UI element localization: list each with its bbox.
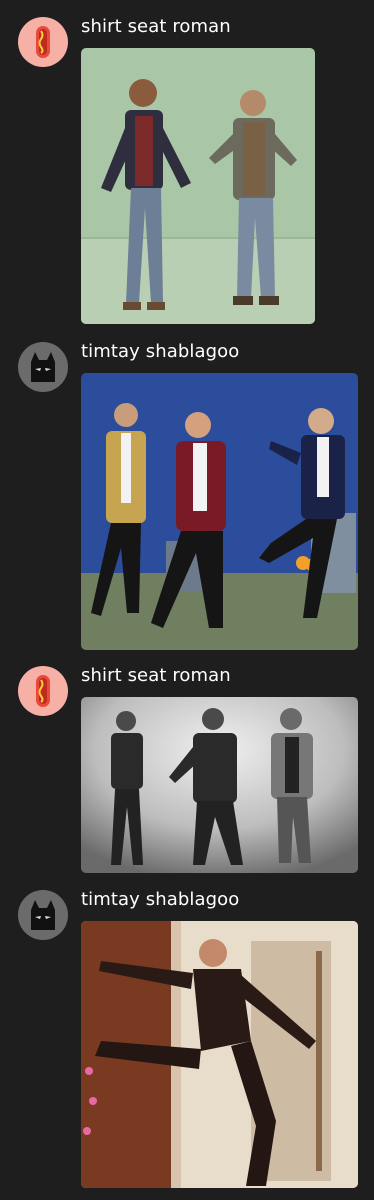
user-avatar-hotdog[interactable] bbox=[18, 666, 68, 716]
batman-icon bbox=[31, 900, 55, 930]
gif-image[interactable] bbox=[81, 48, 315, 324]
username[interactable]: timtay shablagoo bbox=[81, 341, 239, 362]
hotdog-icon bbox=[36, 675, 50, 707]
user-avatar-hotdog[interactable] bbox=[18, 17, 68, 67]
username[interactable]: shirt seat roman bbox=[81, 16, 231, 37]
hotdog-icon bbox=[36, 26, 50, 58]
gif-image[interactable] bbox=[81, 373, 358, 650]
gif-image[interactable] bbox=[81, 697, 358, 873]
gif-image[interactable] bbox=[81, 921, 358, 1188]
batman-icon bbox=[31, 352, 55, 382]
user-avatar-batman[interactable] bbox=[18, 342, 68, 392]
user-avatar-batman[interactable] bbox=[18, 890, 68, 940]
username[interactable]: timtay shablagoo bbox=[81, 889, 239, 910]
username[interactable]: shirt seat roman bbox=[81, 665, 231, 686]
